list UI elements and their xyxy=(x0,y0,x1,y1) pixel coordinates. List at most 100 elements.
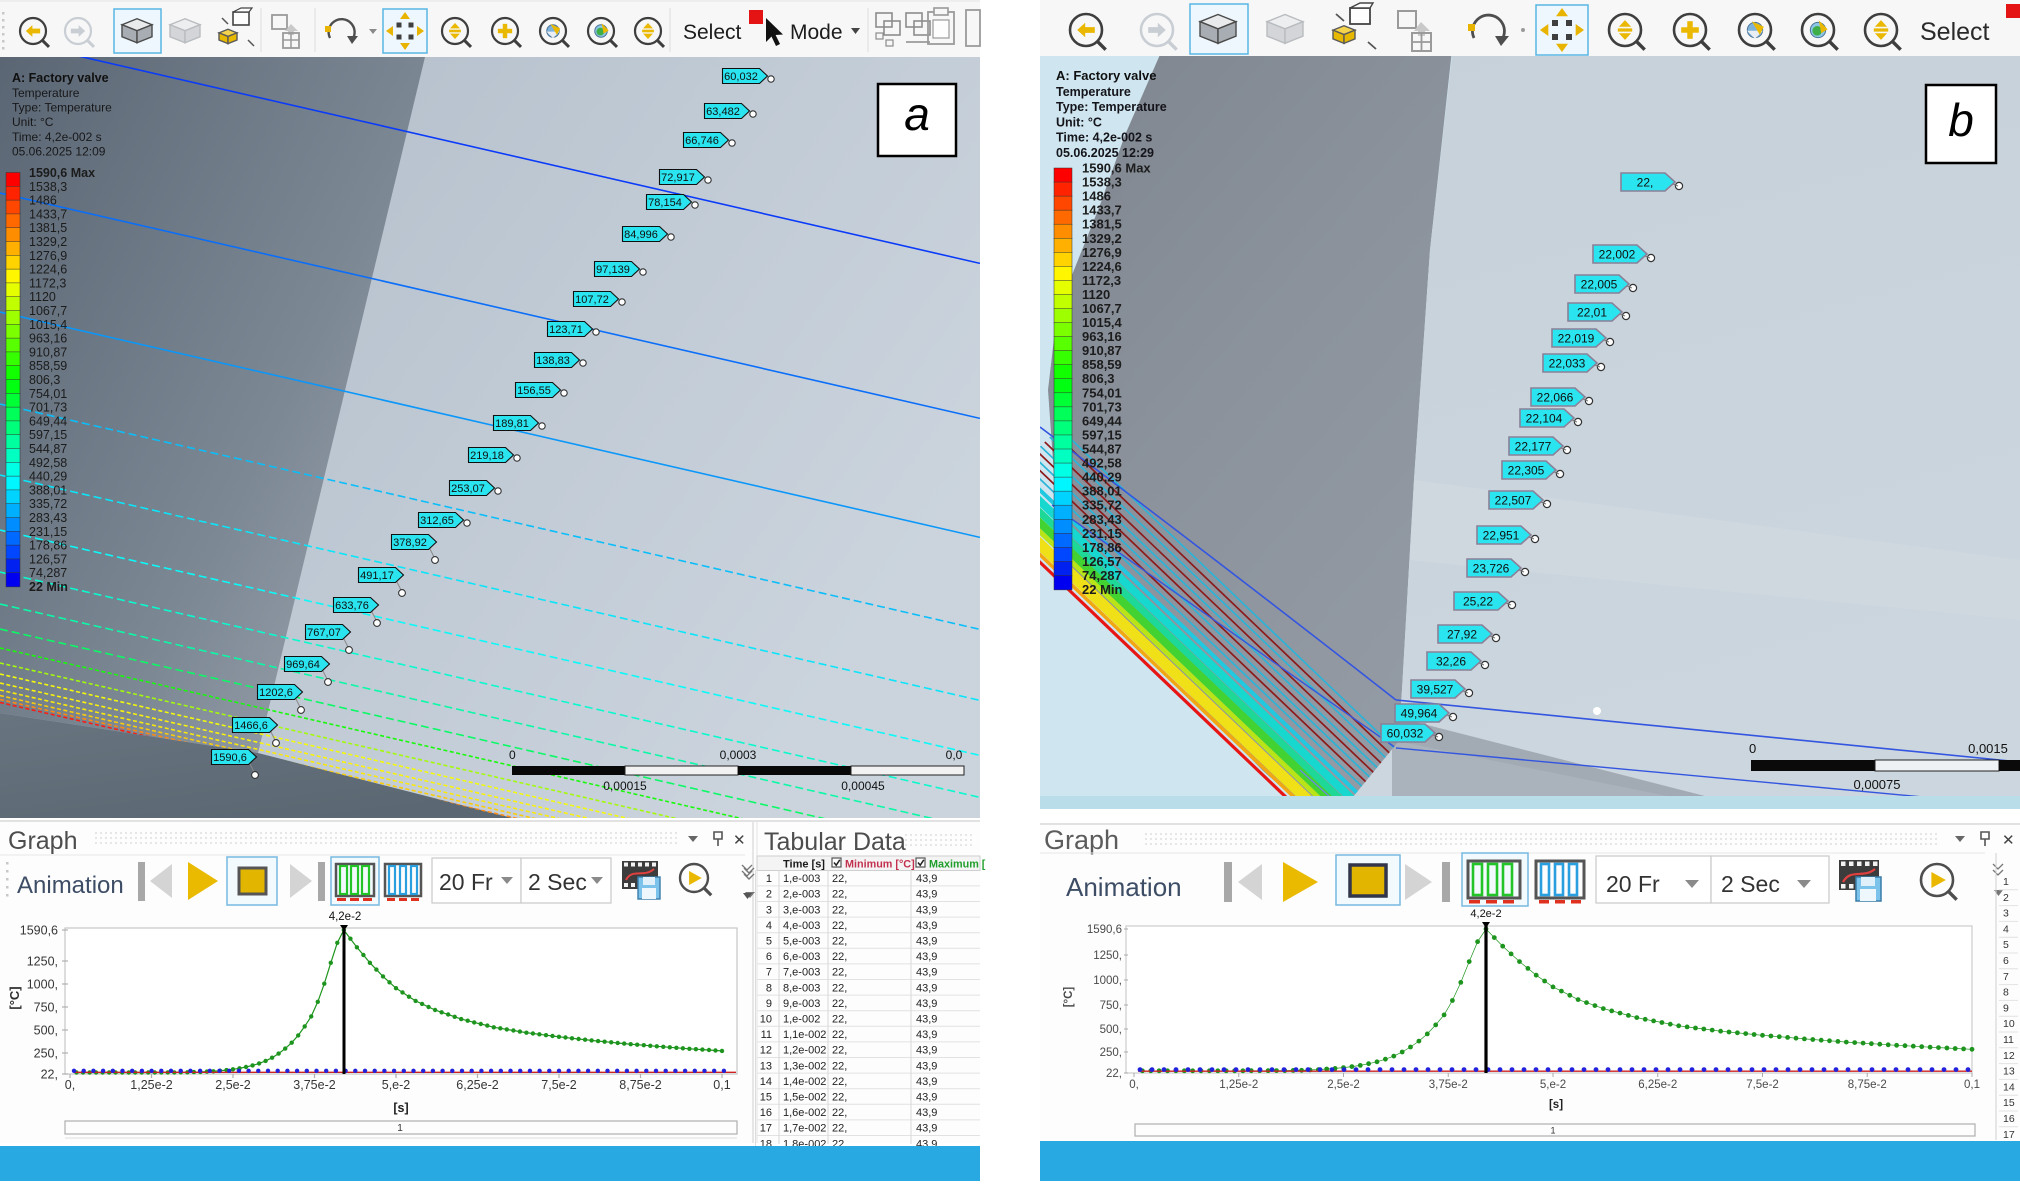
svg-text:43,9: 43,9 xyxy=(916,889,937,901)
svg-text:1067,7: 1067,7 xyxy=(1082,301,1122,316)
svg-text:60,032: 60,032 xyxy=(724,71,758,83)
svg-text:27,92: 27,92 xyxy=(1447,628,1477,642)
svg-text:b: b xyxy=(1948,94,1974,146)
svg-text:22,951: 22,951 xyxy=(1483,529,1520,543)
svg-text:189,81: 189,81 xyxy=(495,418,529,430)
svg-text:231,15: 231,15 xyxy=(1082,526,1122,541)
svg-text:0,00045: 0,00045 xyxy=(841,779,885,793)
svg-text:11: 11 xyxy=(2003,1034,2014,1046)
svg-text:9: 9 xyxy=(766,998,772,1010)
svg-text:22,: 22, xyxy=(832,982,847,994)
svg-text:378,92: 378,92 xyxy=(393,537,427,549)
svg-text:0,00015: 0,00015 xyxy=(603,779,647,793)
svg-text:25,22: 25,22 xyxy=(1463,595,1493,609)
svg-text:0,1: 0,1 xyxy=(1964,1079,1980,1091)
svg-text:[s]: [s] xyxy=(393,1101,408,1115)
svg-text:492,58: 492,58 xyxy=(1082,456,1122,471)
svg-text:✕: ✕ xyxy=(2002,832,2015,849)
svg-text:13: 13 xyxy=(760,1060,772,1072)
svg-text:10: 10 xyxy=(2003,1018,2015,1030)
svg-text:7,5e-2: 7,5e-2 xyxy=(541,1078,576,1092)
svg-text:1224,6: 1224,6 xyxy=(29,263,67,277)
svg-text:1,1e-002: 1,1e-002 xyxy=(783,1029,826,1041)
svg-text:4: 4 xyxy=(2003,923,2009,935)
svg-text:2,5e-2: 2,5e-2 xyxy=(1327,1079,1360,1091)
svg-text:17: 17 xyxy=(2003,1129,2015,1141)
svg-text:7: 7 xyxy=(766,967,772,979)
svg-text:3,75e-2: 3,75e-2 xyxy=(293,1078,335,1092)
svg-text:963,16: 963,16 xyxy=(29,332,67,346)
svg-text:84,996: 84,996 xyxy=(624,229,658,241)
svg-text:22,: 22, xyxy=(832,1076,847,1088)
svg-text:8,e-003: 8,e-003 xyxy=(783,982,820,994)
svg-text:1,5e-002: 1,5e-002 xyxy=(783,1092,826,1104)
svg-text:Tabular Data: Tabular Data xyxy=(764,828,906,856)
svg-text:1590,6 Max: 1590,6 Max xyxy=(1082,161,1151,176)
svg-text:1: 1 xyxy=(2003,876,2009,888)
svg-text:440,29: 440,29 xyxy=(1082,470,1122,485)
svg-text:Animation: Animation xyxy=(1066,872,1182,902)
svg-text:1: 1 xyxy=(397,1123,403,1134)
svg-text:2,e-003: 2,e-003 xyxy=(783,889,820,901)
svg-text:43,9: 43,9 xyxy=(916,951,937,963)
svg-text:963,16: 963,16 xyxy=(1082,329,1122,344)
svg-text:[°C]: [°C] xyxy=(7,986,22,1009)
svg-text:492,58: 492,58 xyxy=(29,456,67,470)
svg-text:2 Sec: 2 Sec xyxy=(1721,871,1780,897)
svg-text:858,59: 858,59 xyxy=(29,359,67,373)
svg-text:22,01: 22,01 xyxy=(1577,306,1607,320)
svg-text:22 Min: 22 Min xyxy=(1082,582,1123,597)
svg-text:1486: 1486 xyxy=(1082,189,1111,204)
svg-text:500,: 500, xyxy=(34,1024,58,1038)
svg-text:22,: 22, xyxy=(832,1014,847,1026)
svg-text:49,964: 49,964 xyxy=(1401,707,1438,721)
svg-text:5: 5 xyxy=(766,936,772,948)
svg-text:1,e-003: 1,e-003 xyxy=(783,873,820,885)
svg-text:1172,3: 1172,3 xyxy=(29,276,66,290)
svg-text:6: 6 xyxy=(766,951,772,963)
svg-text:4: 4 xyxy=(766,920,772,932)
svg-text:20 Fr: 20 Fr xyxy=(1606,871,1660,897)
svg-text:72,917: 72,917 xyxy=(661,172,695,184)
svg-text:219,18: 219,18 xyxy=(470,450,504,462)
svg-text:6,25e-2: 6,25e-2 xyxy=(456,1078,498,1092)
svg-text:283,43: 283,43 xyxy=(1082,512,1122,527)
svg-text:6,e-003: 6,e-003 xyxy=(783,951,820,963)
svg-text:22,: 22, xyxy=(41,1068,58,1082)
svg-text:Time [s]: Time [s] xyxy=(783,859,825,871)
svg-text:3,e-003: 3,e-003 xyxy=(783,904,820,916)
svg-text:43,9: 43,9 xyxy=(916,998,937,1010)
svg-text:13: 13 xyxy=(2003,1066,2015,1078)
svg-text:22,: 22, xyxy=(832,951,847,963)
svg-text:0,00075: 0,00075 xyxy=(1854,777,1901,792)
svg-text:22,: 22, xyxy=(832,1029,847,1041)
svg-text:22,177: 22,177 xyxy=(1515,440,1552,454)
svg-text:Time: 4,2e-002 s: Time: 4,2e-002 s xyxy=(1056,131,1152,145)
svg-text:1,4e-002: 1,4e-002 xyxy=(783,1076,826,1088)
svg-text:1486: 1486 xyxy=(29,194,57,208)
svg-text:750,: 750, xyxy=(1100,1000,1122,1012)
svg-text:1067,7: 1067,7 xyxy=(29,304,67,318)
svg-text:22,019: 22,019 xyxy=(1558,332,1595,346)
svg-text:5,e-2: 5,e-2 xyxy=(382,1078,411,1092)
svg-text:126,57: 126,57 xyxy=(1082,554,1122,569)
svg-text:22,: 22, xyxy=(1637,176,1654,190)
svg-text:A: Factory valve: A: Factory valve xyxy=(1056,68,1156,83)
svg-text:43,9: 43,9 xyxy=(916,982,937,994)
svg-text:2: 2 xyxy=(766,889,772,901)
svg-text:[°C]: [°C] xyxy=(1063,987,1075,1008)
svg-text:Temperature: Temperature xyxy=(12,86,80,100)
svg-text:22,: 22, xyxy=(832,904,847,916)
svg-text:43,9: 43,9 xyxy=(916,920,937,932)
svg-text:a: a xyxy=(904,88,930,140)
svg-text:15: 15 xyxy=(2003,1097,2015,1109)
svg-text:1590,6 Max: 1590,6 Max xyxy=(29,166,95,180)
svg-text:440,29: 440,29 xyxy=(29,470,67,484)
svg-text:491,17: 491,17 xyxy=(360,570,394,582)
svg-text:1381,5: 1381,5 xyxy=(29,221,67,235)
svg-text:1,2e-002: 1,2e-002 xyxy=(783,1045,826,1057)
svg-text:1120: 1120 xyxy=(29,290,56,304)
svg-text:5,e-2: 5,e-2 xyxy=(1540,1079,1566,1091)
svg-text:43,9: 43,9 xyxy=(916,1076,937,1088)
svg-text:22,305: 22,305 xyxy=(1508,464,1545,478)
